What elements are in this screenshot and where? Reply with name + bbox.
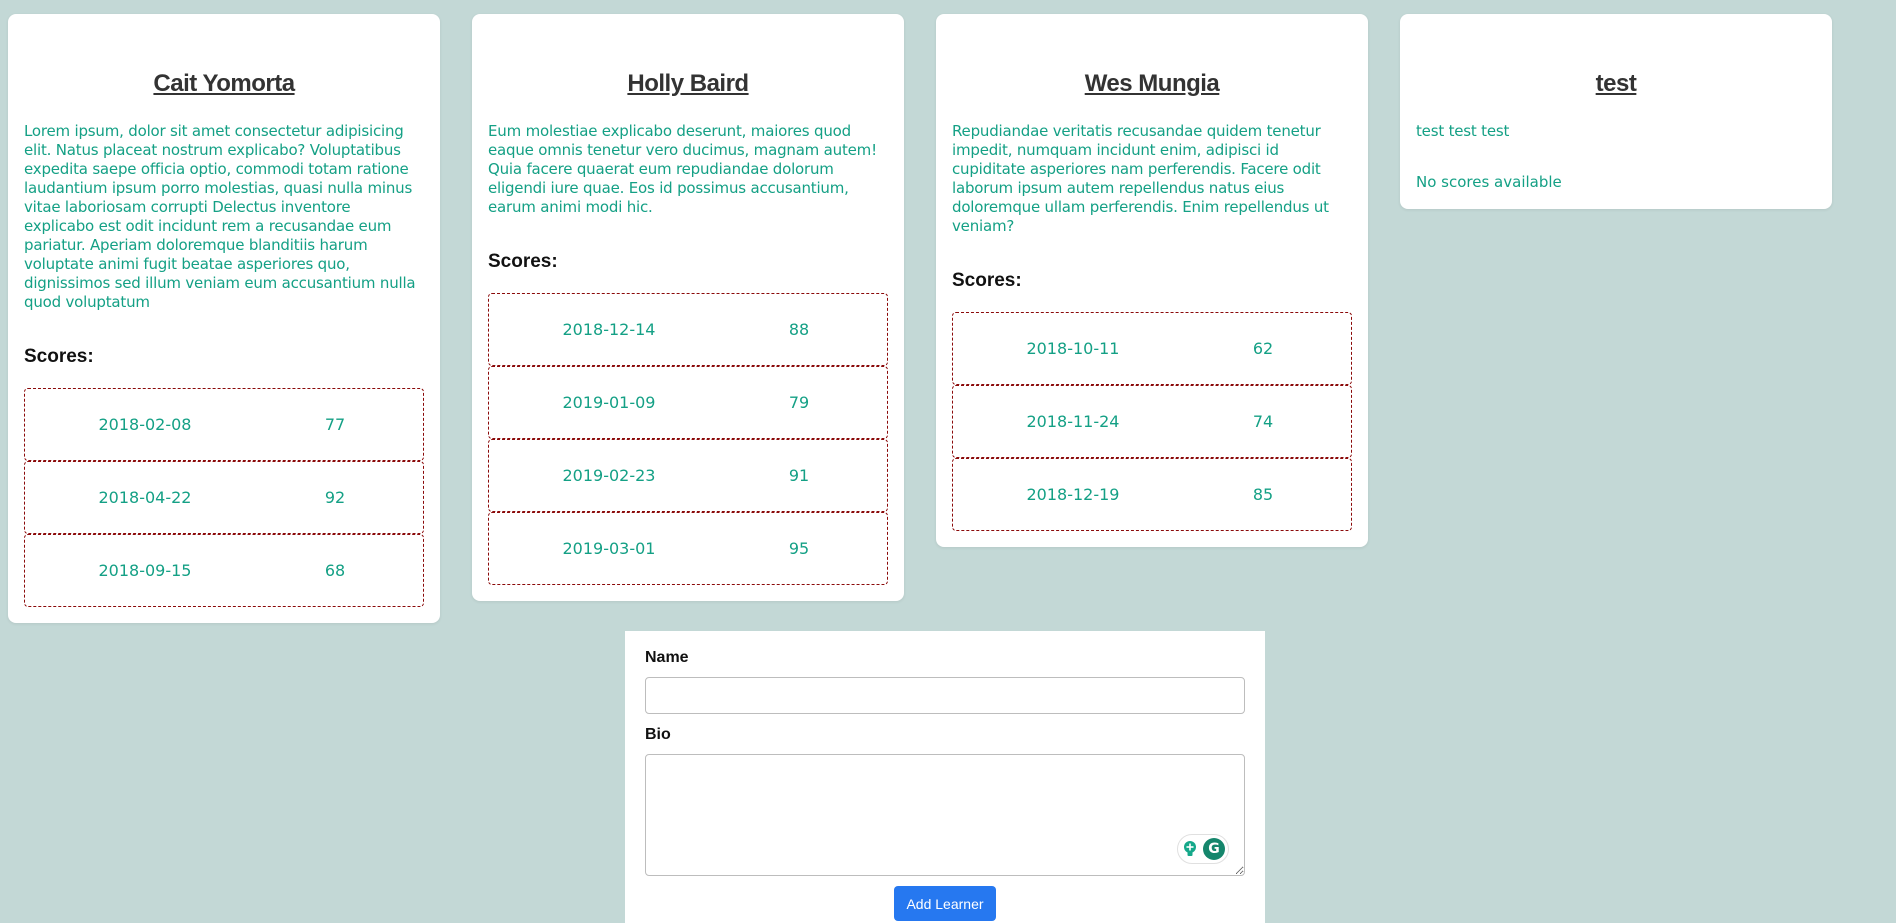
score-list: 2018-10-11 62 2018-11-24 74 2018-12-19 8…: [952, 312, 1352, 531]
score-row: 2018-09-15 68: [24, 534, 424, 607]
name-label: Name: [645, 649, 689, 666]
score-date: 2019-02-23: [562, 466, 656, 485]
scores-heading: Scores:: [952, 270, 1022, 291]
lightbulb-plus-icon[interactable]: [1181, 840, 1199, 858]
learner-name: Wes Mungia: [1084, 70, 1220, 97]
learner-name: test: [1595, 70, 1637, 97]
learner-card: Holly Baird Eum molestiae explicabo dese…: [472, 14, 904, 601]
score-value: 92: [324, 488, 346, 507]
score-date: 2018-11-24: [1026, 412, 1120, 431]
add-learner-button[interactable]: Add Learner: [894, 886, 996, 921]
no-scores-message: No scores available: [1416, 173, 1562, 191]
score-date: 2018-02-08: [98, 415, 192, 434]
add-learner-form: Name Bio G Add Learner: [625, 631, 1265, 923]
learner-bio: Eum molestiae explicabo deserunt, maiore…: [488, 122, 877, 216]
score-value: 88: [788, 320, 810, 339]
score-row: 2018-02-08 77: [24, 388, 424, 461]
bio-textarea[interactable]: [645, 754, 1245, 876]
score-value: 79: [788, 393, 810, 412]
submit-row: Add Learner: [645, 886, 1245, 921]
scores-heading: Scores:: [488, 251, 558, 272]
learner-card: Cait Yomorta Lorem ipsum, dolor sit amet…: [8, 14, 440, 623]
bio-label: Bio: [645, 726, 671, 743]
score-value: 95: [788, 539, 810, 558]
score-row: 2018-04-22 92: [24, 461, 424, 534]
score-date: 2018-12-19: [1026, 485, 1120, 504]
score-value: 91: [788, 466, 810, 485]
score-value: 68: [324, 561, 346, 580]
scores-heading: Scores:: [24, 346, 94, 367]
grammarly-g-icon[interactable]: G: [1203, 838, 1225, 860]
score-date: 2018-12-14: [562, 320, 656, 339]
score-row: 2019-03-01 95: [488, 512, 888, 585]
score-date: 2019-03-01: [562, 539, 656, 558]
score-value: 77: [324, 415, 346, 434]
learner-name: Cait Yomorta: [153, 70, 295, 97]
score-row: 2019-02-23 91: [488, 439, 888, 512]
learner-cards: Cait Yomorta Lorem ipsum, dolor sit amet…: [8, 14, 1832, 623]
score-date: 2019-01-09: [562, 393, 656, 412]
score-date: 2018-04-22: [98, 488, 192, 507]
score-list: 2018-12-14 88 2019-01-09 79 2019-02-23 9…: [488, 293, 888, 585]
bio-field-wrapper: G: [645, 754, 1245, 876]
learner-bio: Lorem ipsum, dolor sit amet consectetur …: [24, 122, 416, 311]
score-list: 2018-02-08 77 2018-04-22 92 2018-09-15 6…: [24, 388, 424, 607]
score-date: 2018-10-11: [1026, 339, 1120, 358]
score-value: 62: [1252, 339, 1274, 358]
score-row: 2019-01-09 79: [488, 366, 888, 439]
learner-bio: test test test: [1416, 122, 1510, 140]
learner-name: Holly Baird: [627, 70, 749, 97]
score-row: 2018-12-14 88: [488, 293, 888, 366]
grammarly-widget[interactable]: G: [1177, 834, 1229, 864]
name-input[interactable]: [645, 677, 1245, 714]
learner-card: test test test test No scores available: [1400, 14, 1832, 209]
score-value: 85: [1252, 485, 1274, 504]
learner-bio: Repudiandae veritatis recusandae quidem …: [952, 122, 1329, 235]
score-row: 2018-10-11 62: [952, 312, 1352, 385]
score-date: 2018-09-15: [98, 561, 192, 580]
score-row: 2018-11-24 74: [952, 385, 1352, 458]
learner-card: Wes Mungia Repudiandae veritatis recusan…: [936, 14, 1368, 547]
score-row: 2018-12-19 85: [952, 458, 1352, 531]
score-value: 74: [1252, 412, 1274, 431]
